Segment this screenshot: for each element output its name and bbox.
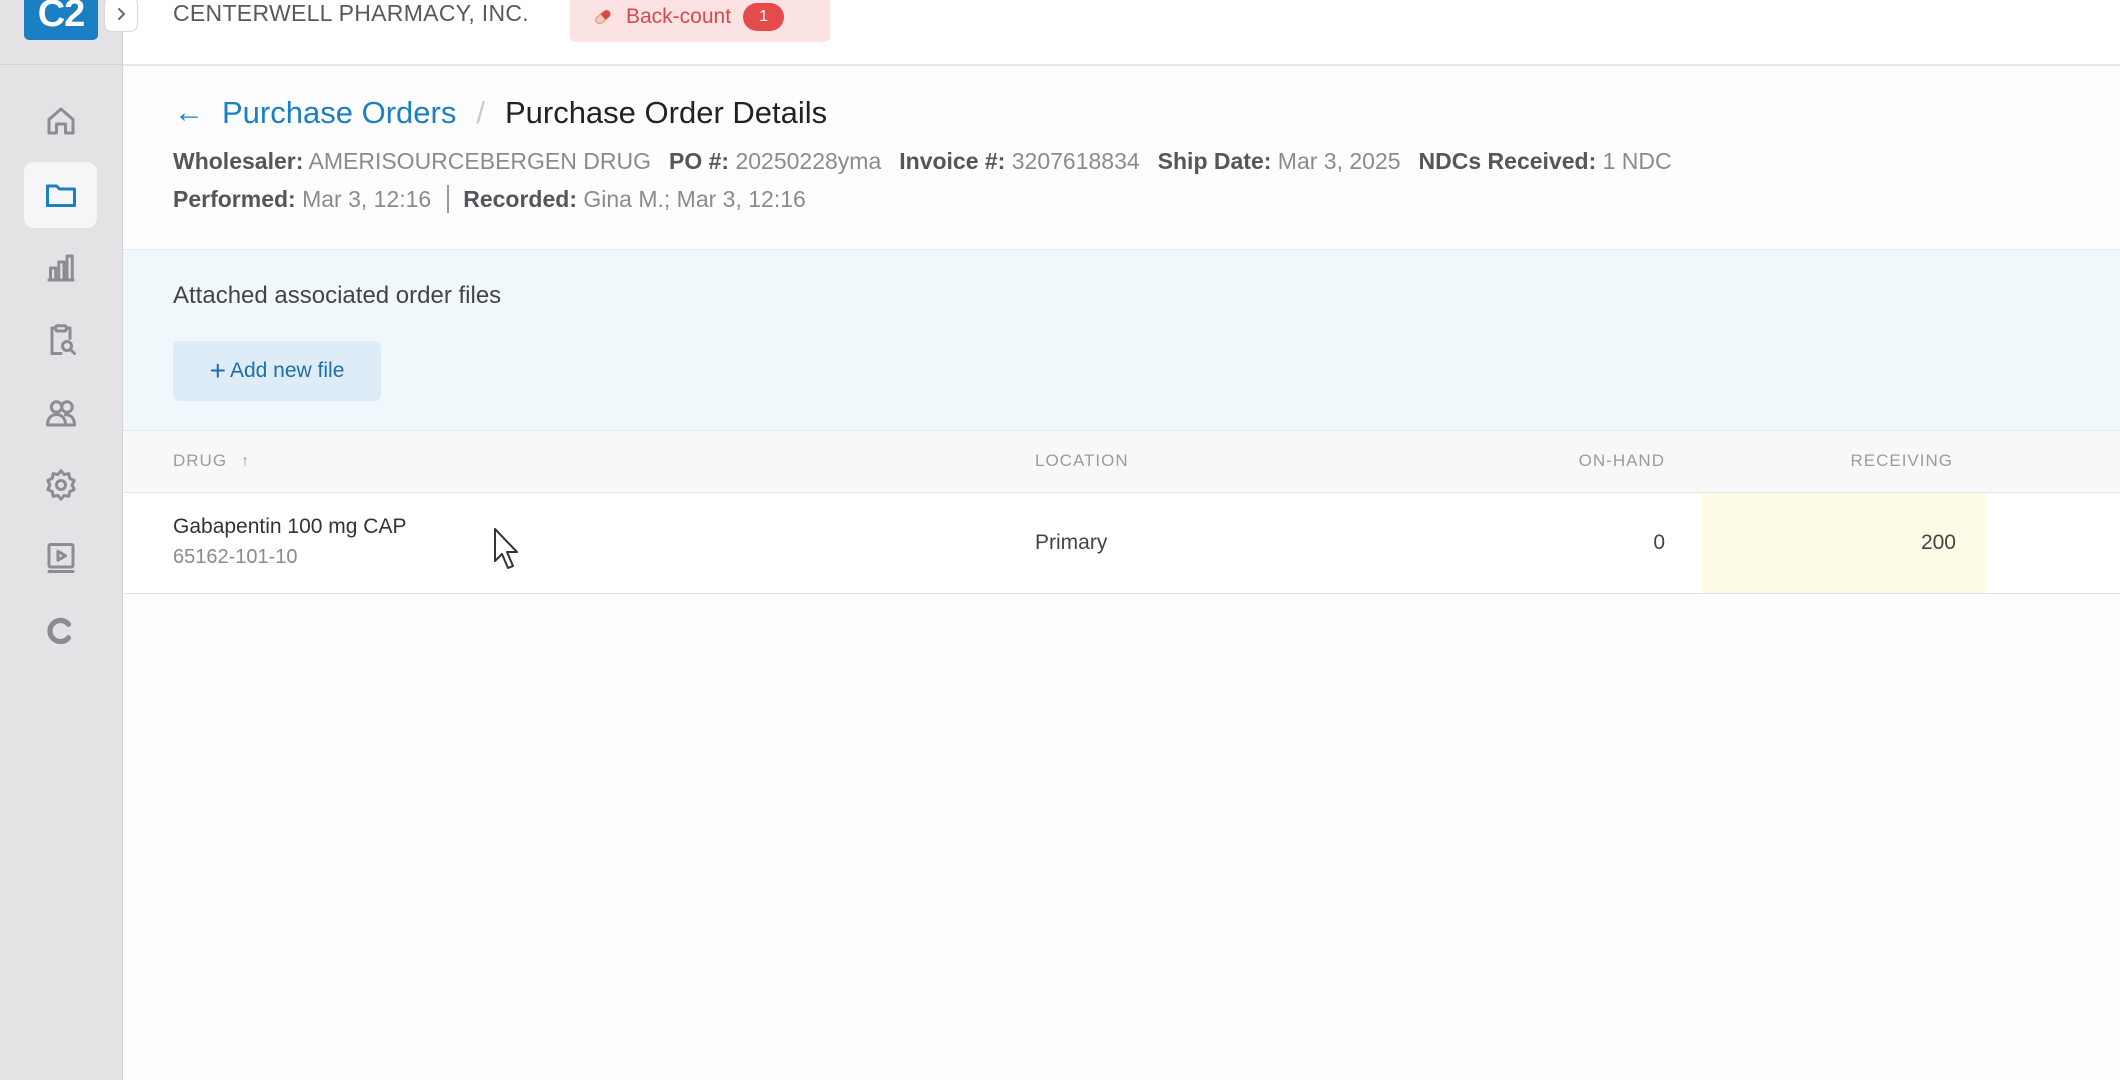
add-new-file-label: Add new file: [229, 359, 345, 382]
home-icon: [47, 107, 74, 135]
receiving-value: 200: [1920, 531, 1956, 554]
receiving-cell[interactable]: 200: [1702, 493, 1986, 593]
column-header-location[interactable]: LOCATION: [1035, 451, 1129, 471]
sidebar-item-users[interactable]: [24, 380, 97, 446]
files-section-title: Attached associated order files: [173, 282, 502, 309]
order-files-section: Attached associated order files + Add ne…: [123, 249, 2120, 431]
breadcrumb-separator: /: [476, 95, 485, 130]
column-header-receiving[interactable]: RECEIVING: [1850, 451, 1953, 471]
ship-date-field: Ship Date: Mar 3, 2025: [1157, 148, 1401, 174]
backcount-badge: 1: [743, 3, 784, 31]
ndcs-received-field: NDCs Received: 1 NDC: [1418, 148, 1672, 174]
backcount-label: Back-count: [626, 5, 732, 28]
po-meta-row: Wholesaler: AMERISOURCEBERGEN DRUG PO #:…: [173, 148, 1690, 175]
sidebar-item-home[interactable]: [24, 88, 97, 154]
drug-ndc: 65162-101-10: [173, 546, 298, 568]
invoice-field: Invoice #: 3207618834: [899, 148, 1140, 174]
recorded-field: Recorded: Gina M.; Mar 3, 12:16: [463, 185, 806, 212]
sidebar-item-reports[interactable]: [24, 235, 97, 301]
po-number-field: PO #: 20250228yma: [668, 148, 882, 174]
breadcrumb: ← Purchase Orders / Purchase Order Detai…: [174, 95, 827, 131]
mouse-cursor-icon: [494, 528, 518, 569]
app-logo[interactable]: C2: [24, 0, 98, 40]
c-logo-icon: [46, 617, 71, 645]
column-header-on-hand[interactable]: ON-HAND: [1579, 451, 1665, 471]
backcount-button[interactable]: Back-count 1: [570, 0, 830, 42]
column-header-drug[interactable]: DRUG ↑: [173, 451, 250, 471]
bar-chart-icon: [47, 254, 74, 282]
sidebar-item-audit[interactable]: [24, 307, 97, 373]
chevron-right-icon: [118, 8, 126, 20]
sidebar-item-purchase-orders[interactable]: [24, 162, 97, 228]
wholesaler-field: Wholesaler: AMERISOURCEBERGEN DRUG: [173, 148, 651, 174]
plus-icon: +: [209, 355, 226, 386]
sidebar-divider: [0, 64, 122, 65]
table-header: DRUG ↑ LOCATION ON-HAND RECEIVING: [123, 431, 2120, 493]
on-hand-value: 0: [1653, 531, 1665, 554]
table-row[interactable]: Gabapentin 100 mg CAP 65162-101-10 Prima…: [123, 493, 2120, 594]
top-header: CENTERWELL PHARMACY, INC. Back-count 1: [123, 0, 2120, 66]
sidebar-item-brand[interactable]: [24, 598, 97, 664]
location-value: Primary: [1035, 531, 1108, 554]
sidebar-toggle-button[interactable]: [104, 0, 138, 32]
back-arrow-icon[interactable]: ←: [174, 96, 204, 130]
video-icon: [47, 543, 74, 573]
sidebar-item-training[interactable]: [24, 525, 97, 591]
clipboard-search-icon: [50, 324, 76, 355]
gear-icon: [45, 469, 76, 501]
folder-icon: [45, 184, 76, 207]
add-new-file-button[interactable]: + Add new file: [173, 341, 381, 401]
sidebar: C2: [0, 0, 123, 1080]
page-title: Purchase Order Details: [504, 95, 828, 130]
pill-icon: [595, 9, 611, 25]
performed-field: Performed: Mar 3, 12:16: [173, 185, 432, 212]
pharmacy-name: CENTERWELL PHARMACY, INC.: [173, 0, 529, 26]
sidebar-item-settings[interactable]: [24, 452, 97, 518]
breadcrumb-purchase-orders-link[interactable]: Purchase Orders: [222, 95, 456, 131]
users-icon: [45, 400, 76, 427]
drug-name: Gabapentin 100 mg CAP: [173, 515, 407, 538]
meta-divider: [447, 185, 450, 213]
po-audit-row: Performed: Mar 3, 12:16 Recorded: Gina M…: [173, 185, 806, 213]
sort-ascending-icon[interactable]: ↑: [241, 453, 250, 470]
